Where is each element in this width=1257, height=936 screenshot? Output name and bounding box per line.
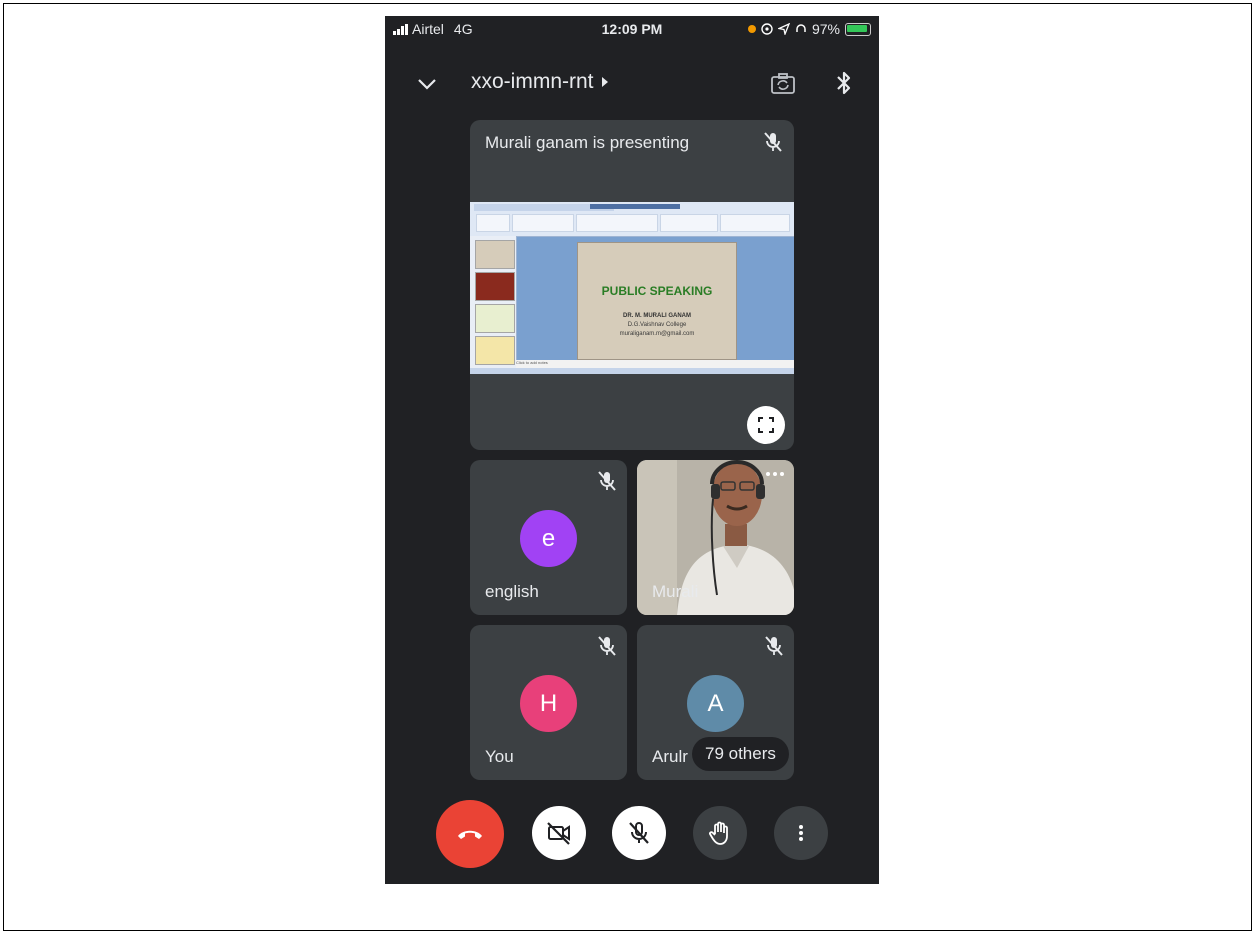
phone-screen: Airtel 4G 12:09 PM 97% xxo-immn-rnt Mura… (385, 16, 879, 884)
presenting-label: Murali ganam is presenting (485, 133, 690, 152)
status-right: 97% (747, 21, 871, 37)
chevron-down-icon[interactable] (415, 72, 439, 96)
screen-lock-icon (761, 23, 773, 35)
slide-email: muraliganam.m@gmail.com (619, 331, 695, 337)
end-call-button[interactable] (436, 800, 504, 868)
avatar: A (687, 675, 744, 732)
more-options-button[interactable] (774, 806, 828, 860)
slide-title: PUBLIC SPEAKING (601, 284, 713, 298)
camera-off-icon (547, 822, 570, 845)
ppt-status-strip (470, 368, 794, 374)
mic-off-icon (629, 822, 649, 844)
presentation-tile[interactable]: Murali ganam is presenting PUBLIC SPEAKI… (470, 120, 794, 450)
recording-dot-icon (747, 25, 756, 33)
participant-tile-english[interactable]: e english (470, 460, 627, 615)
mic-off-icon (598, 636, 616, 656)
battery-icon (845, 22, 871, 36)
avatar: e (520, 510, 577, 567)
switch-camera-icon[interactable] (769, 70, 797, 98)
participant-tile-you[interactable]: H You (470, 625, 627, 780)
location-icon (777, 23, 790, 35)
more-horiz-icon[interactable] (766, 472, 784, 476)
bluetooth-icon[interactable] (833, 69, 855, 97)
participant-name: english (485, 582, 539, 601)
caret-right-icon (601, 77, 608, 87)
current-slide: PUBLIC SPEAKING DR. M. MURALI GANAM D.G.… (577, 242, 737, 360)
shared-screen: PUBLIC SPEAKING DR. M. MURALI GANAM D.G.… (470, 202, 794, 374)
fullscreen-button[interactable] (747, 406, 785, 444)
fullscreen-icon (758, 417, 774, 433)
raise-hand-button[interactable] (693, 806, 747, 860)
slide-author: DR. M. MURALI GANAM (623, 313, 691, 319)
participant-tile-murali[interactable]: Murali (637, 460, 794, 615)
ppt-ribbon (470, 202, 794, 237)
slide-college: D.G.Vaishnav College (627, 322, 687, 328)
meeting-header: xxo-immn-rnt (385, 64, 879, 104)
mic-off-icon (764, 132, 782, 152)
status-bar: Airtel 4G 12:09 PM 97% (385, 16, 879, 44)
mic-off-icon (765, 636, 783, 656)
participant-tile-arulr[interactable]: A Arulr 79 others (637, 625, 794, 780)
battery-percent: 97% (811, 21, 840, 37)
participant-name: Murali (652, 582, 699, 601)
meeting-code-button[interactable]: xxo-immn-rnt (471, 70, 608, 94)
headphones-icon (796, 24, 806, 32)
mic-toggle-button[interactable] (612, 806, 666, 860)
end-call-icon (458, 830, 482, 839)
participant-name: You (485, 747, 514, 766)
avatar: H (520, 675, 577, 732)
mic-off-icon (598, 471, 616, 491)
raise-hand-icon (709, 821, 728, 845)
more-vert-icon (799, 825, 803, 841)
camera-toggle-button[interactable] (532, 806, 586, 860)
slide-thumbnails (470, 236, 517, 368)
meeting-code: xxo-immn-rnt (471, 70, 594, 93)
notes-pane: Click to add notes (516, 360, 794, 368)
others-count-chip[interactable]: 79 others (692, 737, 789, 771)
